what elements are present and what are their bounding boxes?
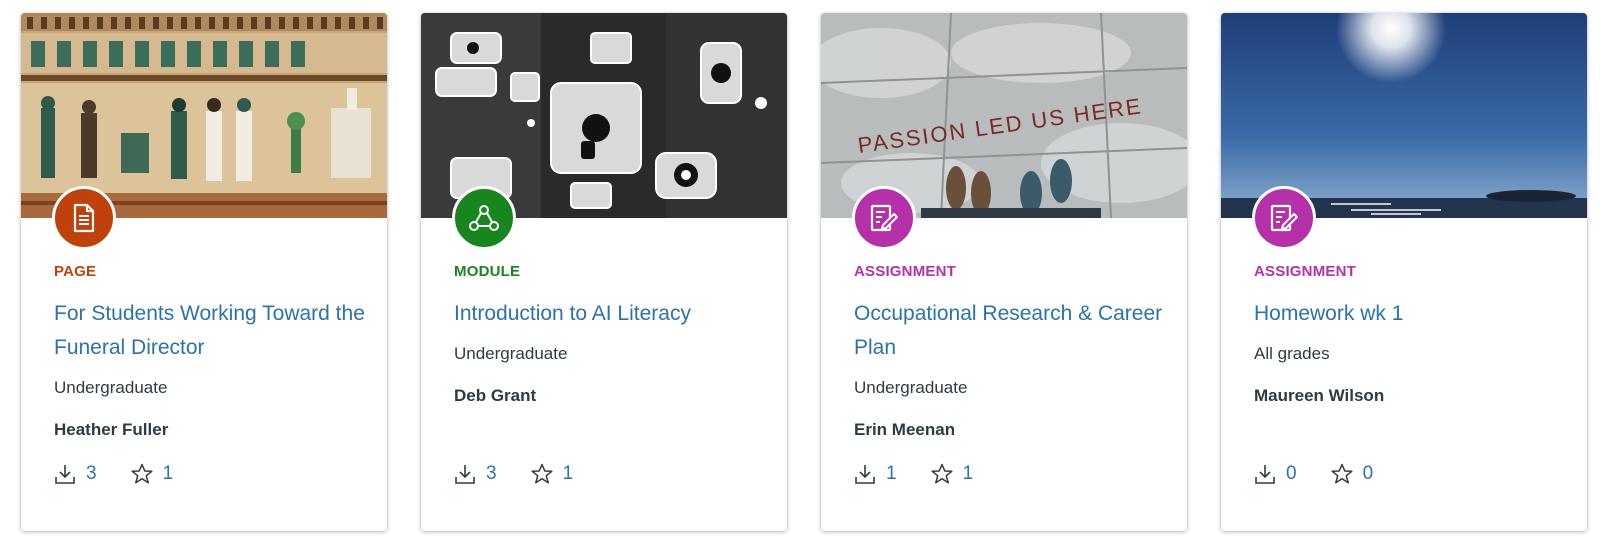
resource-author: Deb Grant xyxy=(454,386,537,405)
star-icon xyxy=(531,463,553,484)
favorite-count: 1 xyxy=(162,463,174,484)
download-icon xyxy=(1255,465,1275,484)
downloads-stat: 0 xyxy=(1254,463,1297,485)
download-count: 0 xyxy=(1286,463,1297,484)
star-icon xyxy=(131,463,153,484)
resource-audience: All grades xyxy=(1254,344,1330,363)
resource-type-label: ASSIGNMENT xyxy=(854,263,957,280)
favorites-stat: 1 xyxy=(531,463,574,485)
resource-title-link[interactable]: For Students Working Toward the Funeral … xyxy=(54,297,367,365)
resource-title-link[interactable]: Occupational Research & Career Plan xyxy=(854,297,1167,365)
resource-type-label: MODULE xyxy=(454,263,521,280)
download-icon xyxy=(855,465,875,484)
resource-audience: Undergraduate xyxy=(854,378,968,397)
resource-title-link[interactable]: Homework wk 1 xyxy=(1254,297,1567,331)
downloads-stat: 3 xyxy=(454,463,497,485)
resource-card[interactable]: ASSIGNMENT Homework wk 1 All grades Maur… xyxy=(1221,13,1587,531)
assignment-icon xyxy=(1252,186,1316,250)
module-icon xyxy=(452,186,516,250)
resource-type-label: ASSIGNMENT xyxy=(1254,263,1357,280)
favorites-stat: 0 xyxy=(1331,463,1374,485)
resource-card[interactable]: MODULE Introduction to AI Literacy Under… xyxy=(421,13,787,531)
resource-card[interactable]: PASSION LED US HERE ASSIGNMENT Occupatio… xyxy=(821,13,1187,531)
downloads-stat: 3 xyxy=(54,463,97,485)
favorite-count: 1 xyxy=(962,463,974,484)
star-icon xyxy=(1331,463,1353,484)
favorite-count: 1 xyxy=(562,463,574,484)
downloads-stat: 1 xyxy=(854,463,897,485)
assignment-icon xyxy=(852,186,916,250)
resource-author: Erin Meenan xyxy=(854,420,956,439)
favorites-stat: 1 xyxy=(931,463,974,485)
download-count: 1 xyxy=(886,463,897,484)
resource-stats: 3 1 xyxy=(454,463,607,485)
favorites-stat: 1 xyxy=(131,463,174,485)
resource-stats: 3 1 xyxy=(54,463,207,485)
download-icon xyxy=(455,465,475,484)
resource-audience: Undergraduate xyxy=(454,344,568,363)
download-count: 3 xyxy=(86,463,97,484)
resource-card-grid: PAGE For Students Working Toward the Fun… xyxy=(0,0,1600,540)
resource-card[interactable]: PAGE For Students Working Toward the Fun… xyxy=(21,13,387,531)
document-icon xyxy=(52,186,116,250)
download-icon xyxy=(55,465,75,484)
favorite-count: 0 xyxy=(1362,463,1374,484)
resource-type-label: PAGE xyxy=(54,263,97,280)
star-icon xyxy=(931,463,953,484)
resource-audience: Undergraduate xyxy=(54,378,168,397)
resource-stats: 1 1 xyxy=(854,463,1007,485)
download-count: 3 xyxy=(486,463,497,484)
resource-author: Heather Fuller xyxy=(54,420,169,439)
resource-title-link[interactable]: Introduction to AI Literacy xyxy=(454,297,767,331)
resource-author: Maureen Wilson xyxy=(1254,386,1385,405)
resource-stats: 0 0 xyxy=(1254,463,1407,485)
